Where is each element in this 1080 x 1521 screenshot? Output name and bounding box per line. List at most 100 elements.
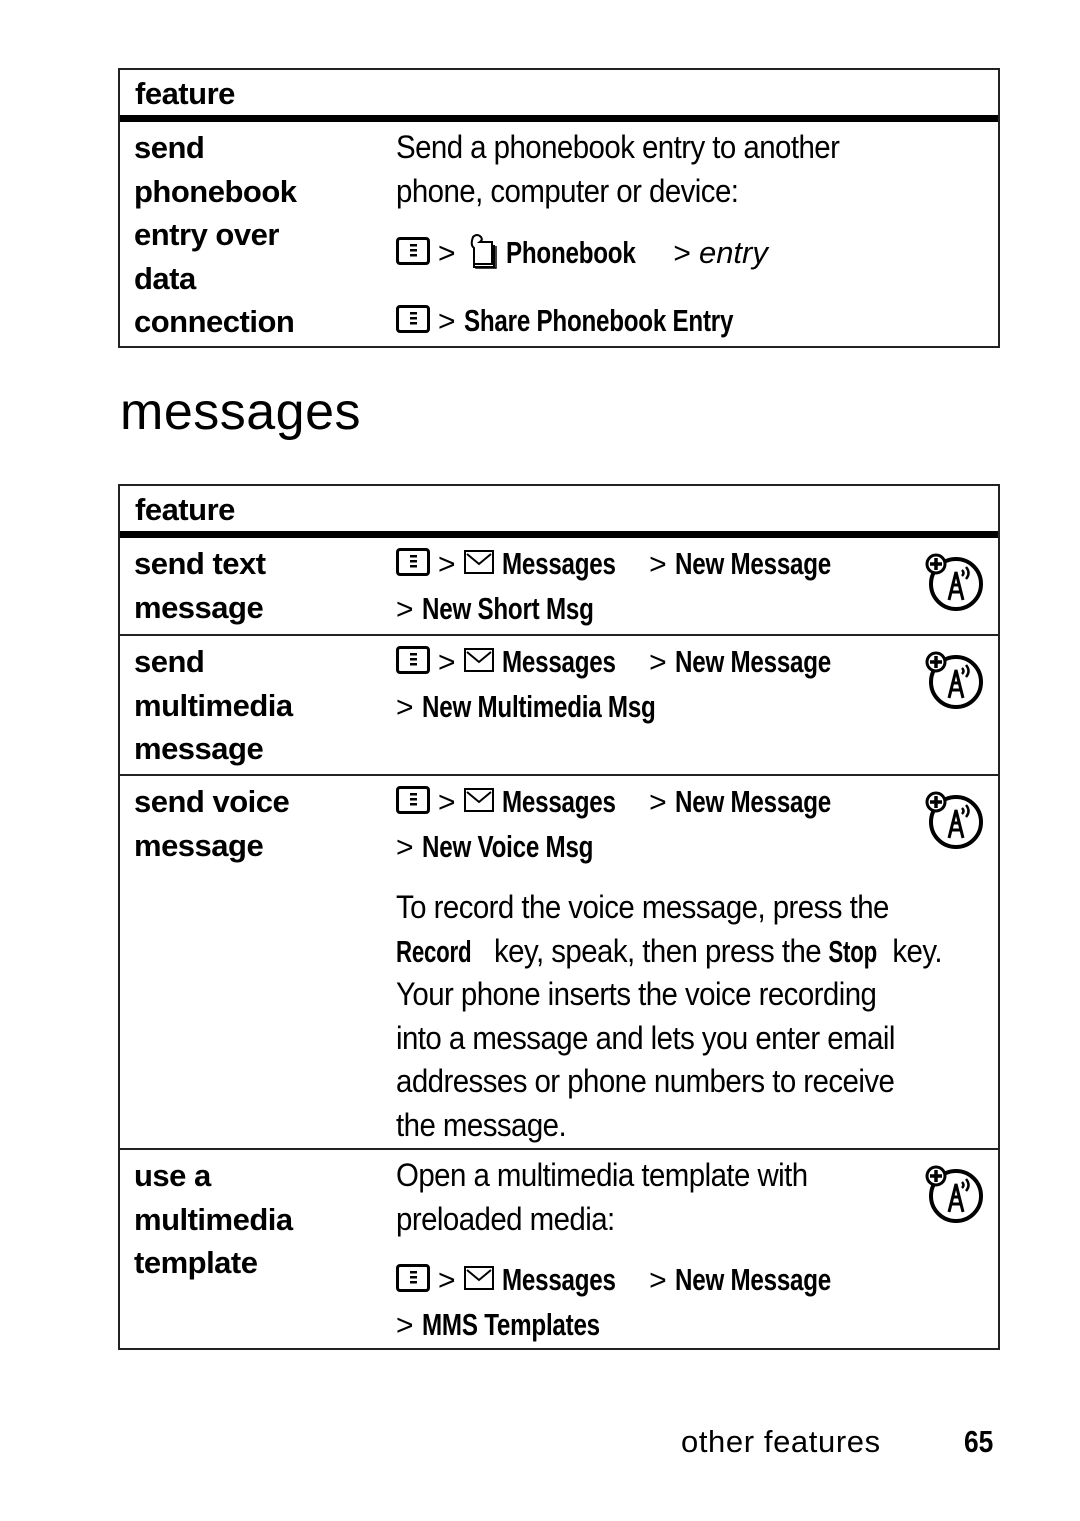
feature-line: message	[134, 589, 264, 625]
footer-section-name: other features	[681, 1424, 881, 1459]
path-separator: >	[396, 1308, 414, 1342]
network-dependent-feature-icon	[924, 1164, 984, 1224]
feature-line: template	[134, 1245, 258, 1280]
menu-key-icon	[396, 304, 430, 333]
feature-description: > Messages > New Message > New Short Msg	[380, 538, 998, 634]
menu-path: > Share Phonebook Entry	[396, 299, 918, 344]
network-dependent-feature-icon	[924, 552, 984, 612]
entry-placeholder: entry	[698, 235, 768, 270]
path-separator: >	[438, 237, 456, 270]
note-line: To record the voice message, press the	[396, 889, 889, 925]
menu-item-messages: Messages	[502, 1262, 616, 1297]
note-line: the message.	[396, 1106, 567, 1143]
feature-line: multimedia	[134, 687, 293, 723]
feature-name: send multimedia message	[120, 636, 380, 774]
voice-note: To record the voice message, press the R…	[396, 886, 989, 1147]
envelope-icon	[463, 1266, 494, 1290]
table-header: feature	[120, 70, 998, 122]
table-header: feature	[120, 486, 998, 538]
note-line: Record key, speak, then press the Stop k…	[396, 930, 943, 974]
path-separator: >	[649, 548, 667, 581]
path-separator: >	[438, 1264, 456, 1297]
feature-line: use a	[134, 1158, 211, 1193]
feature-line: send	[134, 644, 205, 679]
feature-line: connection	[134, 304, 295, 339]
table-row: send phonebook entry over data connectio…	[120, 122, 998, 346]
feature-line: message	[134, 827, 264, 863]
feature-line: send voice	[134, 784, 290, 819]
menu-path: > Phonebook > entry	[396, 231, 918, 281]
page-number: 65	[964, 1424, 994, 1459]
description-line: preloaded media:	[396, 1200, 615, 1237]
feature-description: > Messages > New Message > New Multimedia M…	[380, 636, 998, 774]
record-key-label: Record	[396, 933, 472, 969]
feature-line: phonebook	[134, 173, 297, 209]
section-title: messages	[120, 383, 361, 441]
path-separator: >	[396, 690, 414, 724]
path-separator: >	[673, 237, 691, 270]
feature-line: data	[134, 260, 196, 296]
menu-key-icon	[396, 786, 430, 814]
feature-description: > Messages > New Message > New Voice Msg To…	[380, 776, 1009, 1148]
feature-name: use a multimedia template	[120, 1150, 380, 1348]
menu-key-icon	[396, 237, 430, 265]
table-row: send text message > Messages > New Message…	[120, 538, 998, 634]
phonebook-feature-table: feature send phonebook entry over data c…	[118, 68, 1000, 348]
menu-path: > New Multimedia Msg	[396, 685, 918, 730]
menu-path: > New Voice Msg	[396, 825, 989, 870]
envelope-icon	[463, 648, 494, 672]
feature-line: message	[134, 731, 264, 766]
menu-item-new-message: New Message	[674, 644, 831, 679]
menu-path: > Messages > New Message	[396, 1258, 918, 1303]
feature-description: Send a phonebook entry to another phone,…	[380, 122, 998, 346]
description-line: Send a phonebook entry to another	[396, 129, 840, 165]
path-separator: >	[438, 548, 456, 581]
path-separator: >	[649, 646, 667, 679]
menu-item-new-message: New Message	[674, 784, 831, 819]
feature-name: send voice message	[120, 776, 380, 1148]
description-line: phone, computer or device:	[396, 172, 739, 209]
network-dependent-feature-icon	[924, 650, 984, 710]
envelope-icon	[463, 550, 494, 574]
menu-item-mms-templates: MMS Templates	[421, 1306, 600, 1342]
envelope-icon	[463, 788, 494, 812]
note-line: addresses or phone numbers to receive	[396, 1063, 895, 1099]
stop-key-label: Stop	[828, 933, 878, 969]
note-line: Your phone inserts the voice recording	[396, 976, 877, 1012]
table-row: send multimedia message > Messages > New M…	[120, 634, 998, 774]
menu-path: > MMS Templates	[396, 1303, 918, 1348]
menu-item-messages: Messages	[502, 784, 616, 819]
path-separator: >	[649, 1264, 667, 1297]
network-dependent-feature-icon	[924, 790, 984, 850]
menu-item-new-multimedia-msg: New Multimedia Msg	[421, 688, 656, 724]
path-separator: >	[396, 592, 414, 626]
path-separator: >	[649, 786, 667, 819]
menu-path: > Messages > New Message	[396, 780, 989, 825]
menu-item-new-voice-msg: New Voice Msg	[421, 828, 593, 864]
feature-line: multimedia	[134, 1201, 293, 1237]
menu-item-new-short-msg: New Short Msg	[421, 590, 594, 626]
feature-name: send phonebook entry over data connectio…	[120, 122, 380, 346]
table-row: send voice message > Messages > New Messag…	[120, 774, 998, 1148]
note-text: key, speak, then press the	[486, 932, 829, 969]
menu-item-phonebook: Phonebook	[506, 235, 636, 270]
menu-key-icon	[396, 1264, 430, 1292]
path-separator: >	[396, 830, 414, 864]
feature-line: entry over	[134, 217, 279, 252]
menu-item-share-phonebook-entry: Share Phonebook Entry	[463, 302, 733, 338]
menu-path: > New Short Msg	[396, 587, 918, 632]
menu-key-icon	[396, 548, 430, 576]
menu-path: > Messages > New Message	[396, 542, 918, 587]
menu-item-messages: Messages	[502, 644, 616, 679]
phonebook-icon	[464, 233, 498, 281]
note-line: into a message and lets you enter email	[396, 1019, 895, 1056]
path-separator: >	[438, 304, 456, 338]
menu-item-new-message: New Message	[674, 1262, 831, 1297]
note-text: key.	[884, 932, 942, 969]
menu-item-new-message: New Message	[674, 546, 831, 581]
description-line: Open a multimedia template with	[396, 1157, 808, 1193]
table-row: use a multimedia template Open a multime…	[120, 1148, 998, 1348]
menu-path: > Messages > New Message	[396, 640, 918, 685]
messages-feature-table: feature send text message > Messages > New…	[118, 484, 1000, 1350]
path-separator: >	[438, 646, 456, 679]
